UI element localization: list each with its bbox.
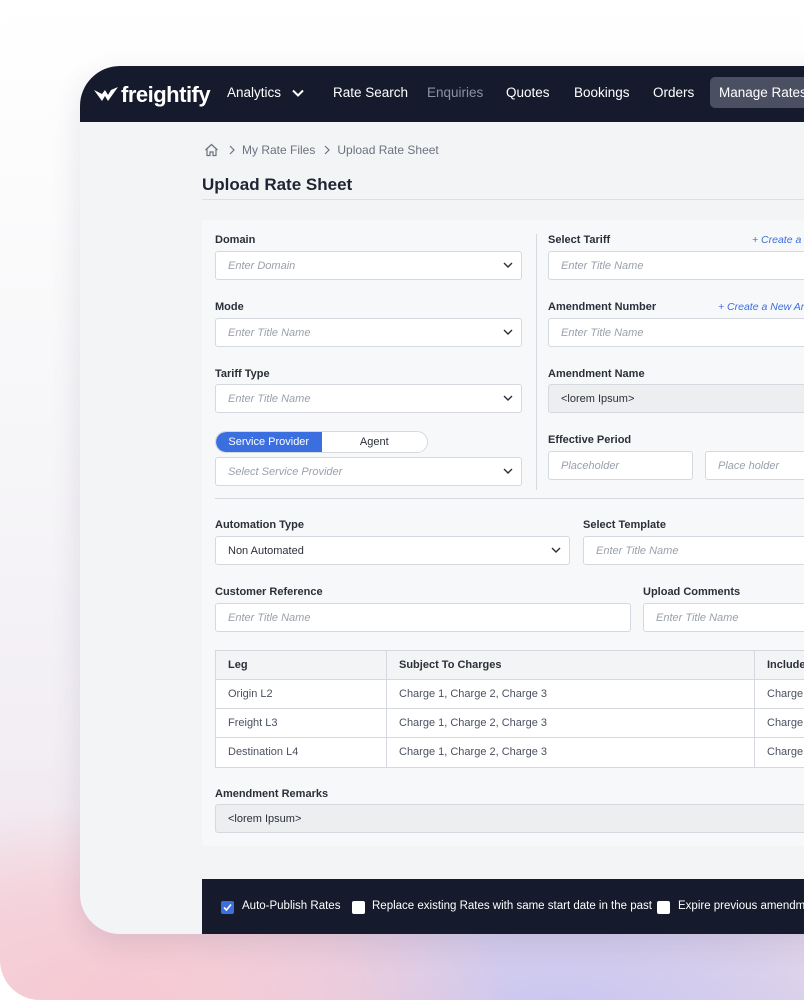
top-navbar: freightify Analytics Rate Search Enquiri… bbox=[80, 66, 804, 122]
automation-type-value: Non Automated bbox=[228, 545, 304, 557]
service-provider-select[interactable]: Select Service Provider bbox=[215, 457, 522, 486]
amendment-number-label: Amendment Number bbox=[548, 301, 657, 313]
select-tariff-placeholder: Enter Title Name bbox=[561, 260, 644, 272]
home-icon[interactable] bbox=[204, 143, 219, 157]
nav-quotes[interactable]: Quotes bbox=[506, 85, 550, 100]
cell-subject-to-charges: Charge 1, Charge 2, Charge 3 bbox=[387, 738, 755, 767]
brand-name: freightify bbox=[121, 82, 211, 107]
amendment-remarks-field: <lorem Ipsum> bbox=[215, 804, 804, 833]
effective-to-input[interactable]: Place holder bbox=[705, 451, 804, 480]
party-toggle[interactable]: Service Provider Agent bbox=[215, 431, 428, 453]
amendment-name-field: <lorem Ipsum> bbox=[548, 384, 804, 413]
amendment-name-label: Amendment Name bbox=[548, 368, 645, 380]
breadcrumb-upload-rate-sheet: Upload Rate Sheet bbox=[337, 143, 439, 157]
chevron-down-icon bbox=[503, 395, 513, 401]
effective-to-placeholder: Place holder bbox=[718, 460, 780, 472]
nav-manage-rates[interactable]: Manage Rates bbox=[710, 77, 804, 108]
toggle-agent[interactable]: Agent bbox=[322, 432, 428, 452]
breadcrumb: My Rate Files Upload Rate Sheet bbox=[204, 143, 447, 157]
tariff-type-label: Tariff Type bbox=[215, 368, 270, 380]
customer-reference-label: Customer Reference bbox=[215, 586, 323, 598]
auto-publish-label: Auto-Publish Rates bbox=[242, 900, 341, 912]
amendment-name-value: <lorem Ipsum> bbox=[561, 393, 635, 405]
expire-amendments-checkbox[interactable] bbox=[657, 901, 670, 914]
replace-rates-label: Replace existing Rates with same start d… bbox=[372, 900, 652, 912]
cell-leg: Destination L4 bbox=[216, 738, 387, 767]
chevron-right-icon bbox=[229, 145, 235, 155]
mode-placeholder: Enter Title Name bbox=[228, 327, 311, 339]
divider bbox=[202, 199, 804, 200]
table-row: Freight L3 Charge 1, Charge 2, Charge 3 … bbox=[216, 709, 804, 738]
footer-bar: Auto-Publish Rates Replace existing Rate… bbox=[202, 879, 804, 934]
header-leg: Leg bbox=[216, 651, 387, 679]
toggle-service-provider[interactable]: Service Provider bbox=[216, 432, 322, 452]
nav-analytics[interactable]: Analytics bbox=[227, 85, 281, 100]
chevron-down-icon bbox=[503, 329, 513, 335]
customer-reference-placeholder: Enter Title Name bbox=[228, 612, 311, 624]
select-tariff-input[interactable]: Enter Title Name bbox=[548, 251, 804, 280]
effective-from-placeholder: Placeholder bbox=[561, 460, 620, 472]
section-divider bbox=[215, 498, 804, 499]
domain-placeholder: Enter Domain bbox=[228, 260, 296, 272]
brand-logo[interactable]: freightify bbox=[93, 82, 211, 108]
mode-select[interactable]: Enter Title Name bbox=[215, 318, 522, 347]
check-icon bbox=[223, 903, 232, 912]
create-amendment-link[interactable]: + Create a New Amendment bbox=[718, 301, 804, 313]
select-template-input[interactable]: Enter Title Name bbox=[583, 536, 804, 565]
tariff-type-select[interactable]: Enter Title Name bbox=[215, 384, 522, 413]
auto-publish-checkbox[interactable] bbox=[221, 901, 234, 914]
expire-amendments-label: Expire previous amendments bbox=[678, 900, 804, 912]
automation-type-label: Automation Type bbox=[215, 519, 305, 531]
automation-type-select[interactable]: Non Automated bbox=[215, 536, 570, 565]
customer-reference-input[interactable]: Enter Title Name bbox=[215, 603, 631, 632]
domain-select[interactable]: Enter Domain bbox=[215, 251, 522, 280]
table-row: Origin L2 Charge 1, Charge 2, Charge 3 C… bbox=[216, 680, 804, 709]
domain-label: Domain bbox=[215, 234, 256, 246]
cell-included-charges: Charge 1, Charge 2, Charge 3 bbox=[767, 717, 804, 729]
cell-leg: Origin L2 bbox=[216, 680, 387, 708]
cell-subject-to-charges: Charge 1, Charge 2, Charge 3 bbox=[387, 709, 755, 737]
cell-included-charges: Charge 1, Charge 2, Charge 3 bbox=[767, 746, 804, 758]
charges-table: Leg Subject To Charges Included Charges … bbox=[215, 650, 804, 768]
upload-comments-placeholder: Enter Title Name bbox=[656, 612, 739, 624]
cell-leg: Freight L3 bbox=[216, 709, 387, 737]
breadcrumb-my-rate-files[interactable]: My Rate Files bbox=[242, 143, 315, 157]
amendment-remarks-label: Amendment Remarks bbox=[215, 788, 329, 800]
select-template-placeholder: Enter Title Name bbox=[596, 545, 679, 557]
nav-bookings[interactable]: Bookings bbox=[574, 85, 630, 100]
freightify-logo-icon bbox=[94, 87, 118, 101]
header-subject-to-charges: Subject To Charges bbox=[387, 651, 755, 679]
service-provider-placeholder: Select Service Provider bbox=[228, 466, 343, 478]
create-tariff-link[interactable]: + Create a new Tariff bbox=[752, 234, 804, 246]
chevron-right-icon bbox=[324, 145, 331, 155]
amendment-number-input[interactable]: Enter Title Name bbox=[548, 318, 804, 347]
table-row: Destination L4 Charge 1, Charge 2, Charg… bbox=[216, 738, 804, 767]
cell-subject-to-charges: Charge 1, Charge 2, Charge 3 bbox=[387, 680, 755, 708]
select-tariff-label: Select Tariff bbox=[548, 234, 611, 246]
upload-form: Domain Enter Domain Mode Enter Title Nam… bbox=[202, 220, 804, 846]
nav-orders[interactable]: Orders bbox=[653, 85, 694, 100]
header-included-charges: Included Charges bbox=[767, 659, 804, 671]
effective-from-input[interactable]: Placeholder bbox=[548, 451, 693, 480]
mode-label: Mode bbox=[215, 301, 244, 313]
amendment-remarks-value: <lorem Ipsum> bbox=[228, 813, 302, 825]
effective-period-label: Effective Period bbox=[548, 434, 632, 446]
table-header-row: Leg Subject To Charges Included Charges bbox=[216, 651, 804, 680]
app-window: freightify Analytics Rate Search Enquiri… bbox=[80, 66, 804, 934]
upload-comments-input[interactable]: Enter Title Name bbox=[643, 603, 804, 632]
replace-rates-checkbox[interactable] bbox=[352, 901, 365, 914]
page-title: Upload Rate Sheet bbox=[202, 175, 353, 194]
nav-rate-search[interactable]: Rate Search bbox=[333, 85, 408, 100]
tariff-type-placeholder: Enter Title Name bbox=[228, 393, 311, 405]
amendment-number-placeholder: Enter Title Name bbox=[561, 327, 644, 339]
chevron-down-icon bbox=[503, 262, 513, 268]
select-template-label: Select Template bbox=[583, 519, 666, 531]
nav-enquiries[interactable]: Enquiries bbox=[427, 85, 483, 100]
chevron-down-icon[interactable] bbox=[291, 86, 305, 100]
upload-comments-label: Upload Comments bbox=[643, 586, 741, 598]
cell-included-charges: Charge 1, Charge 2, Charge 3 bbox=[767, 688, 804, 700]
column-divider bbox=[536, 234, 537, 490]
chevron-down-icon bbox=[503, 468, 513, 474]
chevron-down-icon bbox=[551, 547, 561, 553]
